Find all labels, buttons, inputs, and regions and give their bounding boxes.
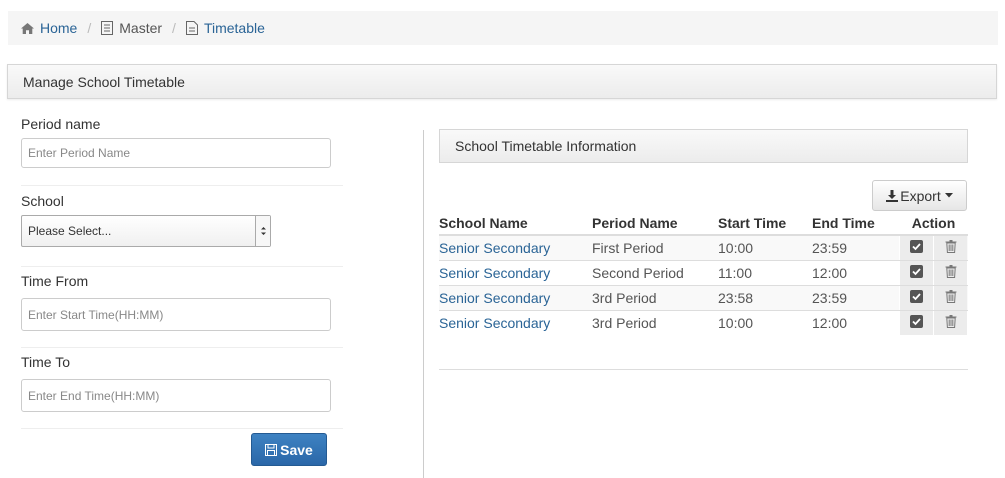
end-time-cell: 12:00 — [812, 310, 899, 335]
end-time-cell: 23:59 — [812, 234, 899, 261]
check-square-icon — [910, 265, 923, 281]
page-panel-heading: Manage School Timetable — [7, 64, 997, 99]
column-header-school: School Name — [439, 212, 592, 236]
list-icon — [101, 21, 114, 35]
school-select-value: Please Select... — [28, 224, 112, 238]
table-bottom-divider — [439, 369, 968, 370]
save-button[interactable]: Save — [251, 433, 327, 466]
column-header-start: Start Time — [718, 212, 812, 236]
school-group: School Please Select... — [21, 186, 343, 267]
save-icon — [265, 443, 278, 456]
period-name-input[interactable] — [21, 138, 331, 168]
download-icon — [886, 189, 899, 202]
start-time-cell: 11:00 — [718, 260, 812, 286]
start-time-cell: 23:58 — [718, 285, 812, 311]
time-to-label: Time To — [21, 354, 71, 370]
time-to-input[interactable] — [21, 379, 331, 412]
period-name-group: Period name — [21, 112, 343, 186]
breadcrumb-separator: / — [87, 20, 92, 36]
time-from-group: Time From — [21, 267, 343, 348]
export-button[interactable]: Export — [872, 180, 967, 211]
breadcrumb: Home / Master / Timetable — [8, 11, 998, 45]
export-label: Export — [900, 187, 941, 204]
column-divider — [423, 130, 424, 478]
column-header-period: Period Name — [592, 212, 718, 236]
school-label: School — [21, 193, 64, 209]
time-from-label: Time From — [21, 273, 89, 289]
delete-button[interactable] — [933, 286, 967, 310]
start-time-cell: 10:00 — [718, 234, 812, 261]
chevron-down-icon[interactable] — [255, 216, 270, 246]
delete-button[interactable] — [933, 236, 967, 260]
time-to-group: Time To — [21, 348, 343, 429]
end-time-cell: 12:00 — [812, 260, 899, 286]
column-header-end: End Time — [812, 212, 899, 236]
period-name-cell: 3rd Period — [592, 310, 718, 335]
breadcrumb-home-label[interactable]: Home — [40, 20, 77, 36]
table-row: Senior Secondary 3rd Period 10:00 12:00 — [439, 310, 968, 335]
edit-button[interactable] — [899, 236, 933, 260]
trash-icon — [945, 265, 957, 281]
edit-button[interactable] — [899, 286, 933, 310]
period-name-label: Period name — [21, 116, 101, 132]
info-panel-title: School Timetable Information — [455, 138, 637, 154]
table-row: Senior Secondary First Period 10:00 23:5… — [439, 234, 968, 261]
table-row: Senior Secondary Second Period 11:00 12:… — [439, 260, 968, 286]
delete-button[interactable] — [933, 311, 967, 335]
timetable-form: Period name School Please Select... Time… — [21, 112, 343, 429]
home-icon — [21, 22, 34, 34]
edit-button[interactable] — [899, 311, 933, 335]
file-icon — [185, 21, 198, 35]
school-name-link[interactable]: Senior Secondary — [439, 265, 550, 281]
trash-icon — [945, 290, 957, 306]
edit-button[interactable] — [899, 261, 933, 285]
school-name-link[interactable]: Senior Secondary — [439, 315, 550, 331]
check-square-icon — [910, 290, 923, 306]
period-name-cell: Second Period — [592, 260, 718, 286]
check-square-icon — [910, 315, 923, 331]
page-title: Manage School Timetable — [23, 73, 185, 90]
end-time-cell: 23:59 — [812, 285, 899, 311]
column-header-action: Action — [899, 212, 968, 236]
breadcrumb-separator: / — [172, 20, 176, 36]
school-name-link[interactable]: Senior Secondary — [439, 290, 550, 306]
delete-button[interactable] — [933, 261, 967, 285]
breadcrumb-home[interactable]: Home — [21, 20, 77, 36]
period-name-cell: First Period — [592, 234, 718, 261]
table-header-row: School Name Period Name Start Time End T… — [439, 212, 968, 236]
breadcrumb-timetable[interactable]: Timetable — [185, 20, 265, 36]
breadcrumb-master-label: Master — [119, 20, 163, 36]
school-name-link[interactable]: Senior Secondary — [439, 240, 550, 256]
check-square-icon — [910, 240, 923, 256]
time-from-input[interactable] — [21, 298, 331, 331]
start-time-cell: 10:00 — [718, 310, 812, 335]
caret-down-icon — [944, 193, 953, 198]
school-select[interactable]: Please Select... — [21, 215, 271, 247]
period-name-cell: 3rd Period — [592, 285, 718, 311]
save-label: Save — [280, 441, 313, 458]
table-row: Senior Secondary 3rd Period 23:58 23:59 — [439, 285, 968, 311]
breadcrumb-timetable-label[interactable]: Timetable — [204, 20, 265, 36]
timetable-table: School Name Period Name Start Time End T… — [439, 212, 968, 335]
info-panel-heading: School Timetable Information — [439, 129, 968, 163]
trash-icon — [945, 240, 957, 256]
trash-icon — [945, 315, 957, 331]
breadcrumb-master: Master — [101, 20, 162, 36]
